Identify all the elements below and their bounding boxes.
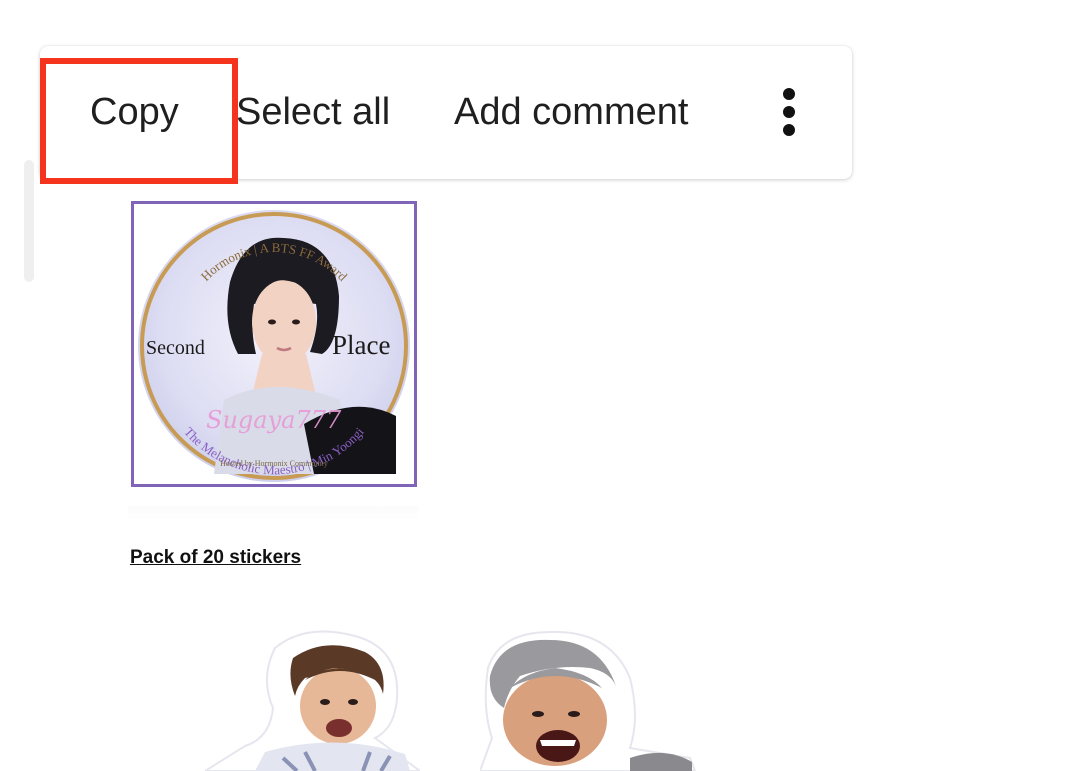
sticker-image-2[interactable] <box>480 628 700 771</box>
add-comment-label: Add comment <box>454 91 689 133</box>
sticker-image-1[interactable] <box>205 628 420 771</box>
badge-right-word: Place <box>332 330 390 360</box>
badge-bottom-small-text: Hosted by Hormonix Community <box>220 459 328 468</box>
sticker-graphic-2 <box>480 630 697 771</box>
image-shadow <box>128 506 418 520</box>
select-all-label: Select all <box>236 91 391 133</box>
scrollbar-thumb[interactable] <box>24 160 34 282</box>
more-dot <box>783 106 795 118</box>
text-selection-menu: Copy Select all Add comment <box>40 46 852 179</box>
add-comment-button[interactable]: Add comment <box>454 46 688 179</box>
document-page: Copy Select all Add comment Hormonix | A… <box>0 0 1080 771</box>
more-dot <box>783 124 795 136</box>
award-badge-image[interactable]: Hormonix | A BTS FF Award Second Place S… <box>131 201 417 487</box>
award-badge-graphic: Hormonix | A BTS FF Award Second Place S… <box>138 210 410 482</box>
badge-script-name: Sugaya777 <box>206 406 342 434</box>
select-all-button[interactable]: Select all <box>236 46 390 179</box>
more-vert-icon[interactable] <box>766 82 812 144</box>
badge-left-word: Second <box>146 337 205 359</box>
more-dot <box>783 88 795 100</box>
copy-button[interactable]: Copy <box>90 46 179 179</box>
stickers-heading[interactable]: Pack of 20 stickers <box>130 547 301 569</box>
copy-label: Copy <box>90 91 179 133</box>
sticker-graphic-1 <box>205 630 420 771</box>
